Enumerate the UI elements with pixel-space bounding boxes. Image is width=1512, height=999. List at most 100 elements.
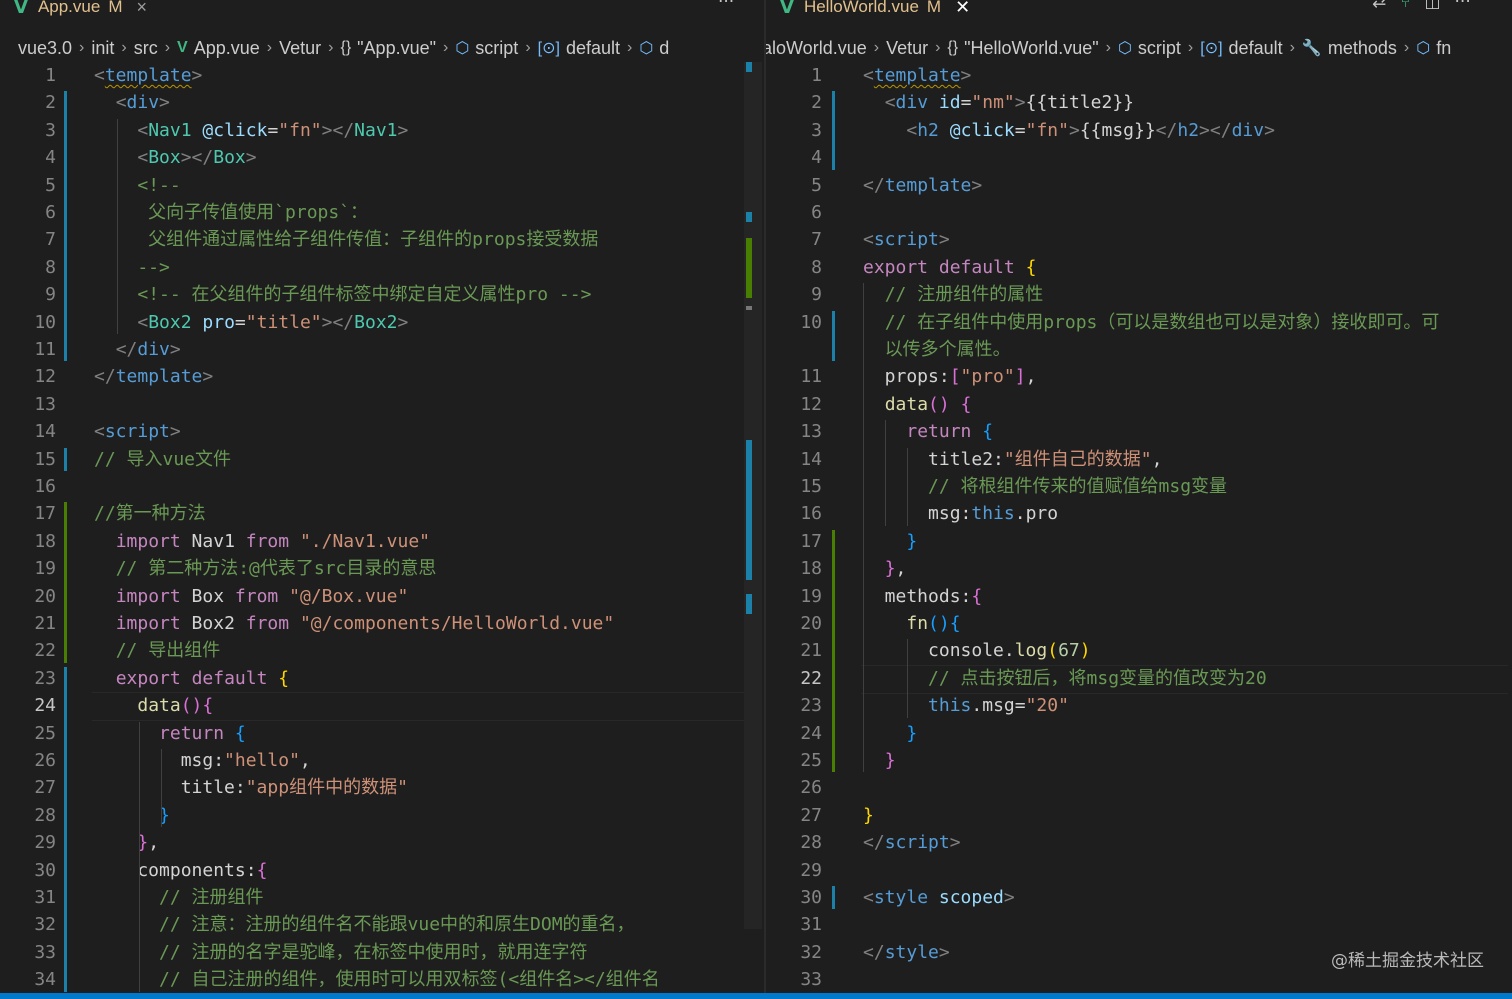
code-line[interactable]: 31 // 注册组件 [0, 884, 764, 911]
code-line[interactable]: 20 fn(){ [766, 610, 1512, 637]
code-line[interactable]: 5 </template> [766, 172, 1512, 199]
code-line[interactable]: 6 [766, 199, 1512, 226]
breadcrumb-item[interactable]: src [134, 38, 158, 59]
code-line[interactable]: 32 // 注意：注册的组件名不能跟vue中的和原生DOM的重名， [0, 911, 764, 938]
code-line[interactable]: 8 --> [0, 254, 764, 281]
code-line[interactable]: 8 export default { [766, 254, 1512, 281]
code-line[interactable]: 18 }, [766, 555, 1512, 582]
code-line[interactable]: 22 // 导出组件 [0, 637, 764, 664]
compare-icon[interactable]: ⇄ [1372, 0, 1386, 12]
code-line[interactable]: 17 //第一种方法 [0, 500, 764, 527]
code-line[interactable]: 28 } [0, 802, 764, 829]
right-editor-pane[interactable]: V HelloWorld.vue M ✕ ⇄ ⑂ ◫ ··· aloWorld.… [766, 0, 1512, 999]
code-line[interactable]: 6 父向子传值使用`props`： [0, 199, 764, 226]
code-line[interactable]: 19 // 第二种方法:@代表了src目录的意思 [0, 555, 764, 582]
breadcrumb-item[interactable]: 🔧 methods [1302, 38, 1397, 59]
breadcrumb-item[interactable]: ⬡ d [639, 38, 669, 59]
code-token: 以传多个属性。 [884, 339, 1011, 360]
breadcrumb-item[interactable]: init [91, 38, 114, 59]
code-line[interactable]: 9 <!-- 在父组件的子组件标签中绑定自定义属性pro --> [0, 281, 764, 308]
code-line[interactable]: 24 data(){ [0, 692, 764, 722]
code-line[interactable]: 16 msg:this.pro [766, 500, 1512, 527]
status-bar[interactable] [0, 993, 1512, 999]
code-line[interactable]: 以传多个属性。 [766, 336, 1512, 363]
git-icon[interactable]: ⑂ [1400, 0, 1410, 12]
code-line[interactable]: 1 <template> [0, 62, 764, 89]
code-line[interactable]: 7 父组件通过属性给子组件传值：子组件的props接受数据 [0, 226, 764, 253]
code-line[interactable]: 4 <Box></Box> [0, 144, 764, 171]
code-line[interactable]: 23 this.msg="20" [766, 692, 1512, 719]
code-line[interactable]: 2 <div id="nm">{{title2}} [766, 89, 1512, 116]
code-line[interactable]: 31 [766, 911, 1512, 938]
code-line[interactable]: 15 // 导入vue文件 [0, 446, 764, 473]
code-line[interactable]: 18 import Nav1 from "./Nav1.vue" [0, 528, 764, 555]
code-line[interactable]: 30 <style scoped> [766, 884, 1512, 911]
breadcrumb-item[interactable]: aloWorld.vue [766, 38, 867, 59]
code-line[interactable]: 26 [766, 774, 1512, 801]
breadcrumb-item[interactable]: V App.vue [177, 38, 260, 59]
code-line[interactable]: 5 <!-- [0, 172, 764, 199]
close-icon[interactable]: ✕ [955, 0, 970, 18]
code-line[interactable]: 25 return { [0, 720, 764, 747]
code-line[interactable]: 11 props:["pro"], [766, 363, 1512, 390]
breadcrumb-item[interactable]: ⬡ script [455, 38, 518, 59]
editor-actions: ⇄ ⑂ ◫ ··· [1372, 0, 1471, 12]
code-line[interactable]: 3 <Nav1 @click="fn"></Nav1> [0, 117, 764, 144]
code-line[interactable]: 2 <div> [0, 89, 764, 116]
more-actions-button[interactable]: ··· [718, 0, 734, 12]
code-line[interactable]: 26 msg:"hello", [0, 747, 764, 774]
code-line[interactable]: 16 [0, 473, 764, 500]
code-line[interactable]: 10 // 在子组件中使用props（可以是数组也可以是对象）接收即可。可 [766, 309, 1512, 336]
code-line[interactable]: 28 </script> [766, 829, 1512, 856]
code-line[interactable]: 12 data() { [766, 391, 1512, 418]
code-line[interactable]: 34 // 自己注册的组件，使用时可以用双标签(<组件名></组件名 [0, 966, 764, 993]
code-line[interactable]: 13 return { [766, 418, 1512, 445]
code-line[interactable]: 9 // 注册组件的属性 [766, 281, 1512, 308]
breadcrumb-item[interactable]: [⊙] default [1200, 38, 1282, 59]
code-line[interactable]: 27 title:"app组件中的数据" [0, 774, 764, 801]
code-line[interactable]: 10 <Box2 pro="title"></Box2> [0, 309, 764, 336]
code-line[interactable]: 21 console.log(67) [766, 637, 1512, 664]
code-line[interactable]: 14 <script> [0, 418, 764, 445]
code-text: // 注册组件 [94, 884, 264, 911]
vue-logo-icon: V [14, 0, 28, 18]
code-line[interactable]: 13 [0, 391, 764, 418]
more-icon[interactable]: ··· [1455, 0, 1471, 12]
code-line[interactable]: 3 <h2 @click="fn">{{msg}}</h2></div> [766, 117, 1512, 144]
split-editor-icon[interactable]: ◫ [1424, 0, 1440, 12]
breadcrumb-item[interactable]: ⬡ fn [1416, 38, 1451, 59]
code-line[interactable]: 23 export default { [0, 665, 764, 692]
close-icon[interactable]: × [137, 0, 148, 18]
code-line[interactable]: 14 title2:"组件自己的数据", [766, 446, 1512, 473]
breadcrumb-item[interactable]: {} "HelloWorld.vue" [947, 38, 1098, 59]
code-line[interactable]: 17 } [766, 528, 1512, 555]
code-line[interactable]: 15 // 将根组件传来的值赋值给msg变量 [766, 473, 1512, 500]
tab-app-vue[interactable]: V App.vue M × [14, 0, 147, 20]
code-line[interactable]: 21 import Box2 from "@/components/HelloW… [0, 610, 764, 637]
code-line[interactable]: 27} [766, 802, 1512, 829]
code-line[interactable]: 30 components:{ [0, 857, 764, 884]
breadcrumb-item[interactable]: ⬡ script [1118, 38, 1181, 59]
code-line[interactable]: 1 <template> [766, 62, 1512, 89]
code-line[interactable]: 29 }, [0, 829, 764, 856]
left-editor-pane[interactable]: V App.vue M × ··· vue3.0 › init › src › V App.v… [0, 0, 764, 999]
breadcrumb-item[interactable]: Vetur [279, 38, 321, 59]
code-token: template [115, 366, 203, 388]
breadcrumb-item[interactable]: [⊙] default [538, 38, 620, 59]
code-line[interactable]: 20 import Box from "@/Box.vue" [0, 583, 764, 610]
code-line[interactable]: 29 [766, 857, 1512, 884]
code-line[interactable]: 12 </template> [0, 363, 764, 390]
breadcrumb-item[interactable]: {} "App.vue" [340, 38, 436, 59]
code-line[interactable]: 33 // 注册的名字是驼峰，在标签中使用时，就用连字符 [0, 939, 764, 966]
code-line[interactable]: 11 </div> [0, 336, 764, 363]
code-line[interactable]: 24 } [766, 720, 1512, 747]
code-line[interactable]: 19 methods:{ [766, 583, 1512, 610]
code-line[interactable]: 22 // 点击按钮后，将msg变量的值改变为20 [766, 664, 1512, 694]
code-line[interactable]: 7 <script> [766, 226, 1512, 253]
breadcrumb-item[interactable]: Vetur [886, 38, 928, 59]
breadcrumb-item[interactable]: vue3.0 [18, 38, 72, 59]
tab-helloworld-vue[interactable]: V HelloWorld.vue M ✕ [780, 0, 970, 20]
code-line[interactable]: 4 [766, 144, 1512, 171]
code-line[interactable]: 25 } [766, 747, 1512, 774]
